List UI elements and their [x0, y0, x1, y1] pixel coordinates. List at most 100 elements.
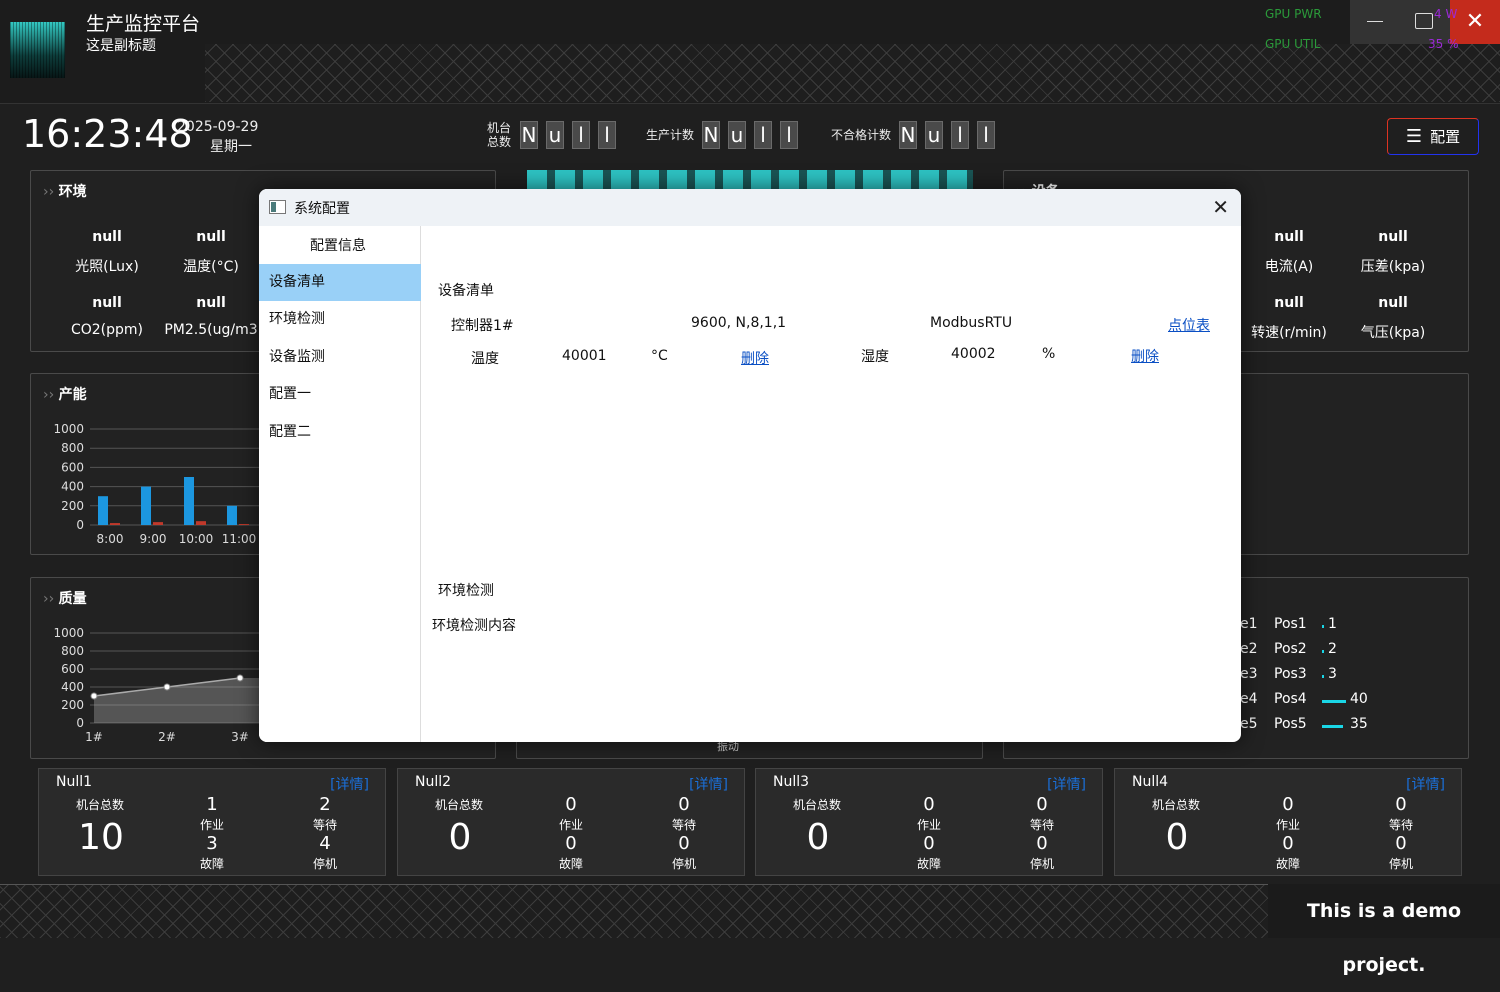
sidebar-item-config-2[interactable]: 配置二 — [259, 414, 421, 451]
y-tick-label: 1000 — [53, 422, 84, 436]
point-name: 温度 — [471, 351, 499, 367]
header-mesh-decoration — [205, 44, 1500, 102]
title-bar: 生产监控平台 这是副标题 GPU PWR GPU UTIL ✕ 4 W 35 % — [0, 0, 1500, 104]
x-tick-label: 3# — [231, 730, 249, 744]
y-tick-label: 0 — [76, 716, 84, 730]
env-label: CO2(ppm) — [70, 322, 144, 338]
app-title: 生产监控平台 — [86, 13, 201, 35]
y-tick-label: 800 — [61, 441, 84, 455]
card-wait-label: 等待 — [1029, 818, 1054, 832]
card-fault-value: 3 — [206, 833, 218, 854]
card-fault-label: 故障 — [558, 857, 583, 871]
sidebar-item-device-monitor[interactable]: 设备监测 — [259, 339, 421, 376]
pos-row-pos: Pos1 — [1274, 616, 1307, 632]
sidebar-header: 配置信息 — [310, 238, 366, 254]
counter-label: 机台 总数 — [486, 121, 511, 149]
sidebar-item-device-list[interactable]: 设备清单 — [259, 264, 421, 301]
clock-time: 16:23:48 — [22, 112, 193, 156]
env-section-content: 环境检测内容 — [432, 618, 516, 634]
card-wait-value: 0 — [1036, 794, 1048, 815]
gpu-util-label: GPU UTIL — [1265, 37, 1321, 51]
card-total-value: 0 — [448, 817, 472, 858]
point-table-link[interactable]: 点位表 — [1168, 315, 1210, 335]
card-stop-label: 停机 — [312, 857, 337, 871]
x-tick-label: 2# — [158, 730, 176, 744]
device-label: 电流(A) — [1264, 259, 1314, 275]
card-fault-label: 故障 — [916, 857, 941, 871]
bar-mark — [184, 477, 194, 525]
counter-digit: l — [598, 121, 616, 149]
config-button[interactable]: ☰ 配置 — [1387, 118, 1479, 155]
counter-digit: l — [977, 121, 996, 149]
area-fill — [94, 678, 261, 723]
env-value: null — [196, 295, 226, 311]
sidebar-item-config-1[interactable]: 配置一 — [259, 376, 421, 413]
dialog-sidebar: 配置信息 设备清单 环境检测 设备监测 配置一 配置二 — [259, 226, 421, 742]
pos-row-name: e2 — [1240, 641, 1258, 657]
card-fault-label: 故障 — [1275, 857, 1300, 871]
y-tick-label: 800 — [61, 644, 84, 658]
card-total-value: 10 — [78, 817, 124, 858]
x-tick-label: 1# — [85, 730, 103, 744]
pos-bar — [1322, 650, 1324, 653]
card-wait-value: 2 — [319, 794, 331, 815]
controller-name: 控制器1# — [451, 318, 514, 334]
system-config-dialog: 系统配置 ✕ 配置信息 设备清单 环境检测 设备监测 配置一 配置二 设备清单 … — [259, 189, 1241, 742]
env-value: null — [196, 229, 226, 245]
app-logo — [10, 22, 65, 78]
counter-digit: l — [754, 121, 773, 149]
bar-mark — [196, 521, 206, 525]
dialog-close-button[interactable]: ✕ — [1212, 195, 1229, 219]
counter-digit: u — [546, 121, 564, 149]
card-total-label: 机台总数 — [1151, 798, 1200, 812]
dialog-titlebar[interactable]: 系统配置 ✕ — [259, 189, 1241, 226]
gpu-util-value: 35 % — [1428, 37, 1459, 51]
data-point — [236, 674, 244, 682]
pos-row-name: e4 — [1240, 691, 1258, 707]
card-wait-value: 0 — [1395, 794, 1407, 815]
card-detail-link[interactable]: [详情] — [689, 774, 728, 794]
window-icon — [269, 200, 286, 214]
counter-digit: l — [951, 121, 970, 149]
counter-digit: u — [728, 121, 747, 149]
y-tick-label: 600 — [61, 460, 84, 474]
counter-defects: 不合格计数 N u l l — [831, 121, 996, 149]
bar-mark — [98, 496, 108, 525]
card-detail-link[interactable]: [详情] — [330, 774, 369, 794]
gpu-pwr-label: GPU PWR — [1265, 7, 1322, 21]
machine-group-card: Null1 [详情] 机台总数 10 1 作业 2 等待 3 故障 4 停机 — [38, 768, 386, 876]
card-detail-link[interactable]: [详情] — [1406, 774, 1445, 794]
point-unit: % — [1042, 346, 1056, 362]
machine-group-card: Null4 [详情] 机台总数 0 0 作业 0 等待 0 故障 0 停机 — [1114, 768, 1462, 876]
point-address: 40002 — [951, 346, 996, 362]
delete-point-link[interactable]: 删除 — [741, 348, 769, 368]
pos-bar — [1322, 725, 1343, 728]
sidebar-item-env-check[interactable]: 环境检测 — [259, 301, 421, 338]
y-tick-label: 1000 — [53, 626, 84, 640]
x-tick-label: 8:00 — [97, 532, 124, 546]
minimize-icon — [1367, 21, 1383, 22]
pos-row-value: 2 — [1328, 641, 1337, 657]
device-label: 气压(kpa) — [1360, 325, 1426, 341]
bar-mark — [141, 486, 151, 525]
y-tick-label: 200 — [61, 499, 84, 513]
pos-row-pos: Pos4 — [1274, 691, 1307, 707]
menu-icon: ☰ — [1405, 126, 1423, 147]
card-work-label: 作业 — [1275, 818, 1300, 832]
pos-row-pos: Pos5 — [1274, 716, 1307, 732]
counter-digit: N — [899, 121, 918, 149]
delete-point-link[interactable]: 删除 — [1131, 346, 1159, 366]
card-detail-link[interactable]: [详情] — [1047, 774, 1086, 794]
env-value: null — [92, 295, 122, 311]
env-label: 光照(Lux) — [75, 259, 139, 275]
footer-note: This is a demo project. — [1268, 884, 1500, 976]
data-point — [90, 692, 98, 700]
card-wait-value: 0 — [678, 794, 690, 815]
minimize-button[interactable] — [1350, 0, 1400, 44]
counter-digit: u — [925, 121, 944, 149]
card-wait-label: 等待 — [671, 818, 696, 832]
card-work-label: 作业 — [558, 818, 583, 832]
device-section-title: 设备清单 — [438, 283, 494, 299]
pos-row-name: e5 — [1240, 716, 1258, 732]
card-stop-value: 0 — [1395, 833, 1407, 854]
